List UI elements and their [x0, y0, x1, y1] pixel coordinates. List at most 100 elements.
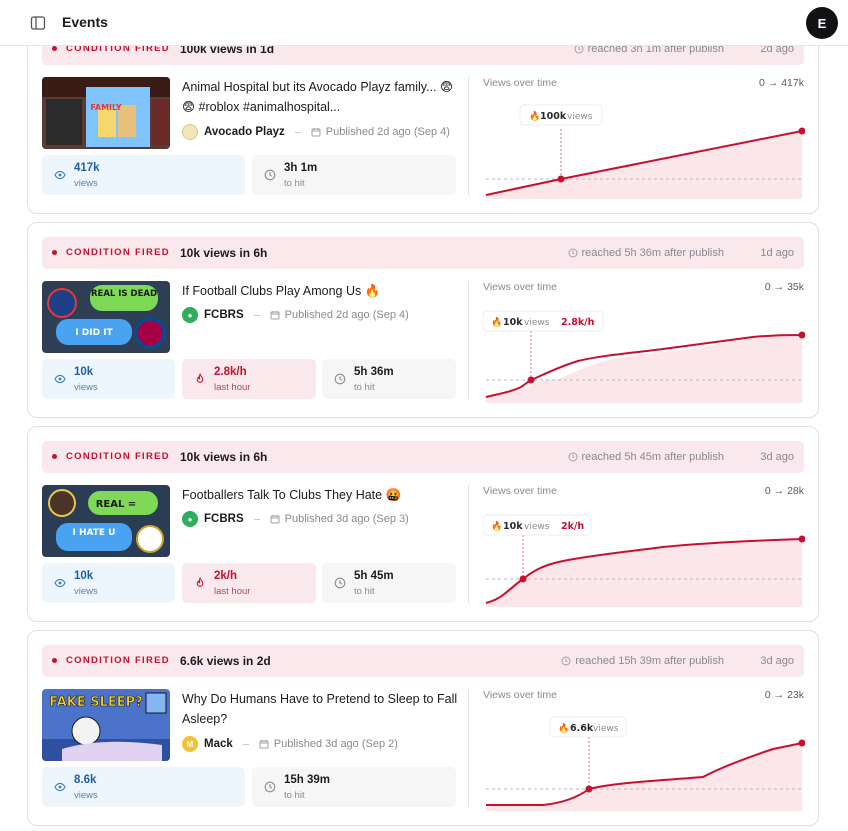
threshold-point: [585, 785, 593, 793]
thumbnail-text: FAMILY: [90, 103, 122, 112]
event-card[interactable]: CONDITION FIRED 100k views in 1d reached…: [27, 18, 819, 214]
stat-views: 10k views: [42, 563, 175, 603]
stat-value: 417k: [74, 162, 100, 174]
thumbnail-text: FAKE SLEEP?: [49, 695, 142, 710]
reached-text: reached 15h 39m after publish: [561, 655, 724, 667]
badge-suffix: views: [567, 112, 593, 122]
video-thumbnail[interactable]: FAMILY: [42, 77, 170, 149]
event-card[interactable]: CONDITION FIRED 10k views in 6h reached …: [27, 426, 819, 622]
calendar-icon: [259, 740, 269, 749]
clock-icon: [568, 452, 578, 462]
channel-avatar: M: [182, 736, 198, 752]
clock-icon: [264, 781, 276, 793]
video-thumbnail[interactable]: REAL IS DEAD I DID IT: [42, 281, 170, 353]
views-chart: 🔥 6.6k views: [486, 716, 805, 811]
stat-time-to-hit: 5h 45m to hit: [322, 563, 456, 603]
event-card[interactable]: CONDITION FIRED 6.6k views in 2d reached…: [27, 630, 819, 826]
calendar-icon: [270, 515, 280, 524]
chart-label: Views over time: [483, 281, 557, 293]
threshold-point: [557, 175, 565, 183]
video-title[interactable]: Animal Hospital but its Avocado Playz fa…: [182, 77, 462, 117]
reached-label: reached 5h 45m after publish: [581, 451, 724, 463]
published-label: Published 3d ago (Sep 2): [273, 738, 398, 750]
banner-label: CONDITION FIRED: [66, 451, 170, 462]
thumbnail-text: I HATE U: [72, 528, 115, 538]
top-bar: Events E: [0, 0, 848, 46]
stat-views: 10k views: [42, 359, 175, 399]
badge-views: 10k: [503, 521, 523, 532]
calendar-icon: [311, 128, 321, 137]
views-chart: 🔥 10k views 2k/h: [483, 514, 805, 607]
published-date: Published 3d ago (Sep 2): [259, 738, 398, 750]
chart-range: 0 → 23k: [764, 689, 804, 701]
condition-text: 10k views in 6h: [180, 450, 268, 464]
chart-range: 0 → 28k: [764, 485, 804, 497]
svg-text:🔥: 🔥: [558, 722, 569, 734]
badge-suffix: views: [524, 318, 550, 328]
user-avatar[interactable]: E: [806, 7, 838, 39]
channel-name[interactable]: FCBRS: [204, 513, 244, 525]
reached-text: reached 5h 36m after publish: [568, 247, 724, 259]
video-thumbnail[interactable]: REAL = I HATE U: [42, 485, 170, 557]
sidebar-panel-icon: [30, 16, 46, 30]
chart-area: [486, 335, 802, 403]
stat-sub: views: [74, 382, 98, 393]
flame-icon: [196, 577, 204, 587]
video-title[interactable]: Footballers Talk To Clubs They Hate 🤬: [182, 485, 462, 505]
stat-sub: last hour: [214, 586, 251, 597]
stat-value: 3h 1m: [284, 162, 318, 174]
clock-icon: [264, 169, 276, 181]
condition-text: 10k views in 6h: [180, 246, 268, 260]
thumbnail-text: REAL =: [96, 499, 137, 510]
eye-icon: [54, 374, 66, 384]
video-meta: M Mack Published 3d ago (Sep 2): [182, 736, 398, 752]
event-ago: 1d ago: [760, 247, 794, 259]
chart-label: Views over time: [483, 77, 557, 89]
video-title[interactable]: If Football Clubs Play Among Us 🔥: [182, 281, 462, 301]
svg-text:🔥: 🔥: [491, 316, 502, 328]
chart-badge: 🔥 10k views 2.8k/h: [483, 310, 604, 332]
reached-text: reached 5h 45m after publish: [568, 451, 724, 463]
clock-icon: [334, 577, 346, 589]
thumbnail-text: I DID IT: [75, 328, 113, 338]
views-chart: 🔥 100k views: [485, 104, 805, 199]
stat-value: 8.6k: [74, 774, 97, 786]
stat-value: 5h 36m: [354, 366, 394, 378]
stat-value: 15h 39m: [284, 774, 331, 786]
alert-dot-icon: [52, 46, 57, 51]
chart-badge: 🔥 10k views 2k/h: [483, 514, 592, 536]
channel-name[interactable]: Mack: [204, 738, 233, 750]
separator: [242, 743, 249, 745]
sidebar-toggle-button[interactable]: [28, 13, 48, 33]
condition-banner: CONDITION FIRED 6.6k views in 2d reached…: [42, 645, 804, 677]
clock-icon: [334, 373, 346, 385]
views-chart: 🔥 10k views 2.8k/h: [483, 310, 805, 403]
threshold-point: [519, 575, 527, 583]
stat-views: 8.6k views: [42, 767, 245, 807]
badge-views: 6.6k: [570, 723, 594, 734]
separator: [294, 131, 301, 133]
svg-text:🔥: 🔥: [491, 520, 502, 532]
stat-rate: 2.8k/h last hour: [182, 359, 316, 399]
channel-avatar: ●: [182, 307, 198, 323]
separator: [253, 518, 260, 520]
events-feed: CONDITION FIRED 100k views in 1d reached…: [0, 0, 848, 831]
video-title[interactable]: Why Do Humans Have to Pretend to Sleep t…: [182, 689, 462, 729]
stat-sub: views: [74, 586, 98, 597]
separator: [253, 314, 260, 316]
condition-banner: CONDITION FIRED 10k views in 6h reached …: [42, 441, 804, 473]
channel-name[interactable]: FCBRS: [204, 309, 244, 321]
event-card[interactable]: CONDITION FIRED 10k views in 6h reached …: [27, 222, 819, 418]
eye-icon: [54, 170, 66, 180]
eye-icon: [54, 578, 66, 588]
stat-sub: to hit: [354, 382, 375, 393]
channel-name[interactable]: Avocado Playz: [204, 126, 285, 138]
event-ago: 3d ago: [760, 451, 794, 463]
chart-range: 0 → 417k: [759, 77, 804, 89]
published-date: Published 2d ago (Sep 4): [311, 126, 450, 138]
stat-time-to-hit: 3h 1m to hit: [252, 155, 456, 195]
channel-avatar: [182, 124, 198, 140]
alert-dot-icon: [52, 658, 57, 663]
video-thumbnail[interactable]: FAKE SLEEP?: [42, 689, 170, 761]
stat-sub: views: [74, 790, 98, 801]
